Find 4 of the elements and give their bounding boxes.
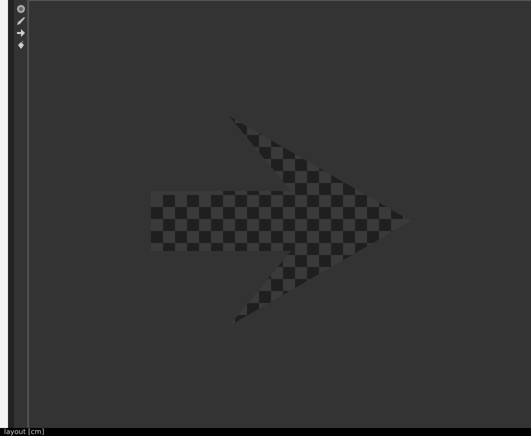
bucket-icon[interactable] (16, 40, 26, 50)
target-icon[interactable] (16, 4, 26, 14)
pen-icon[interactable] (16, 16, 26, 26)
arrow-icon[interactable] (16, 28, 26, 38)
